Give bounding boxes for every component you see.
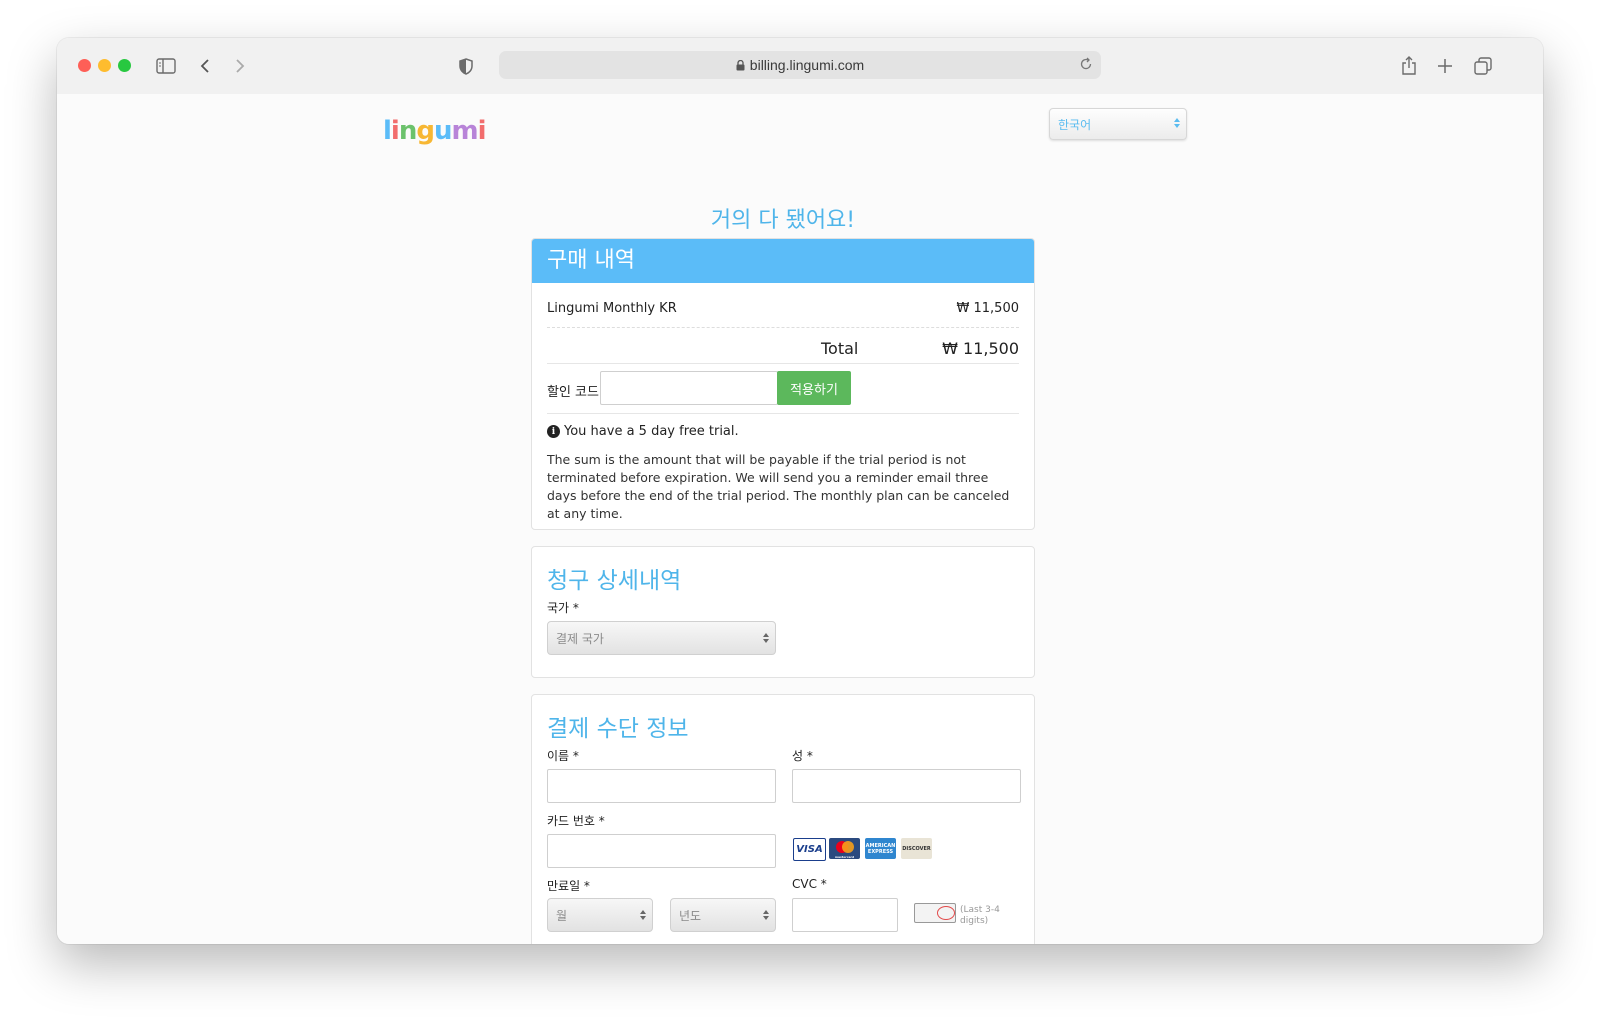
purchase-summary-title: 구매 내역 <box>532 239 1034 283</box>
expiry-year-select[interactable]: 년도 <box>670 898 776 932</box>
amex-card-icon: AMERICAN EXPRESS <box>865 838 896 859</box>
cvc-card-icon <box>914 903 956 923</box>
discount-divider <box>547 413 1019 414</box>
lingumi-logo[interactable]: lingumi lingumi <box>383 116 487 146</box>
cvc-input[interactable] <box>792 898 898 932</box>
line-item-name: Lingumi Monthly KR <box>547 301 677 316</box>
apply-discount-button[interactable]: 적용하기 <box>777 371 851 405</box>
line-item-row: Lingumi Monthly KR ₩ 11,500 <box>547 301 1019 316</box>
trial-notice-text: You have a 5 day free trial. <box>564 424 739 439</box>
first-name-input[interactable] <box>547 769 776 803</box>
first-name-label: 이름 * <box>547 749 579 763</box>
back-arrow-icon[interactable] <box>197 52 213 80</box>
minimize-window-button[interactable] <box>98 59 111 72</box>
discover-card-icon: DISCOVER <box>901 838 932 859</box>
page-headline: 거의 다 됐어요! <box>710 208 856 233</box>
visa-card-icon: VISA <box>793 838 826 861</box>
sidebar-toggle-icon[interactable] <box>155 52 177 80</box>
billing-details-title: 청구 상세내역 <box>547 568 682 594</box>
reload-icon[interactable] <box>1079 57 1093 74</box>
expiry-label: 만료일 * <box>547 879 590 893</box>
browser-window: billing.lingumi.com lingumi lingumi 한국어 … <box>57 38 1543 944</box>
trial-notice-row: i You have a 5 day free trial. <box>547 424 1019 439</box>
language-selected-value: 한국어 <box>1058 118 1092 132</box>
page-content: lingumi lingumi 한국어 거의 다 됐어요! 구매 내역 Ling… <box>57 94 1543 944</box>
line-item-divider <box>547 327 1019 328</box>
new-tab-icon[interactable] <box>1435 52 1455 80</box>
share-icon[interactable] <box>1399 52 1419 80</box>
info-icon: i <box>547 425 560 438</box>
close-window-button[interactable] <box>78 59 91 72</box>
purchase-summary-card: 구매 내역 Lingumi Monthly KR ₩ 11,500 Total … <box>531 238 1035 530</box>
mastercard-card-icon: mastercard <box>829 838 860 859</box>
payment-method-title: 결제 수단 정보 <box>547 716 689 742</box>
total-label: Total <box>821 339 859 358</box>
billing-details-card: 청구 상세내역 국가 * 결제 국가 <box>531 546 1035 678</box>
payment-method-card: 결제 수단 정보 이름 * 성 * 카드 번호 * 만료일 * 월 년도 CVC… <box>531 694 1035 944</box>
url-text: billing.lingumi.com <box>749 57 865 73</box>
last-name-label: 성 * <box>792 749 813 763</box>
cvc-hint: (Last 3-4 digits) <box>960 905 1000 926</box>
discount-code-input[interactable] <box>600 371 778 405</box>
cvc-label: CVC * <box>792 877 827 891</box>
forward-arrow-icon[interactable] <box>232 52 248 80</box>
country-label: 국가 * <box>547 601 579 615</box>
trial-description: The sum is the amount that will be payab… <box>547 452 1010 521</box>
tab-overview-icon[interactable] <box>1473 52 1493 80</box>
card-number-input[interactable] <box>547 834 776 868</box>
expiry-year-placeholder: 년도 <box>679 909 702 923</box>
last-name-input[interactable] <box>792 769 1021 803</box>
zoom-window-button[interactable] <box>118 59 131 72</box>
country-select[interactable]: 결제 국가 <box>547 621 776 655</box>
lock-icon <box>736 59 745 71</box>
expiry-month-placeholder: 월 <box>556 909 568 923</box>
line-item-price: ₩ 11,500 <box>956 301 1019 316</box>
country-select-placeholder: 결제 국가 <box>556 632 604 646</box>
total-divider <box>547 363 1019 364</box>
total-price: ₩ 11,500 <box>942 339 1019 358</box>
expiry-month-select[interactable]: 월 <box>547 898 653 932</box>
browser-toolbar: billing.lingumi.com <box>57 38 1543 95</box>
language-select[interactable]: 한국어 <box>1049 108 1187 140</box>
discount-code-label: 할인 코드 <box>547 385 599 400</box>
card-number-label: 카드 번호 * <box>547 814 605 828</box>
privacy-shield-icon[interactable] <box>457 52 475 80</box>
address-bar[interactable]: billing.lingumi.com <box>499 51 1101 79</box>
